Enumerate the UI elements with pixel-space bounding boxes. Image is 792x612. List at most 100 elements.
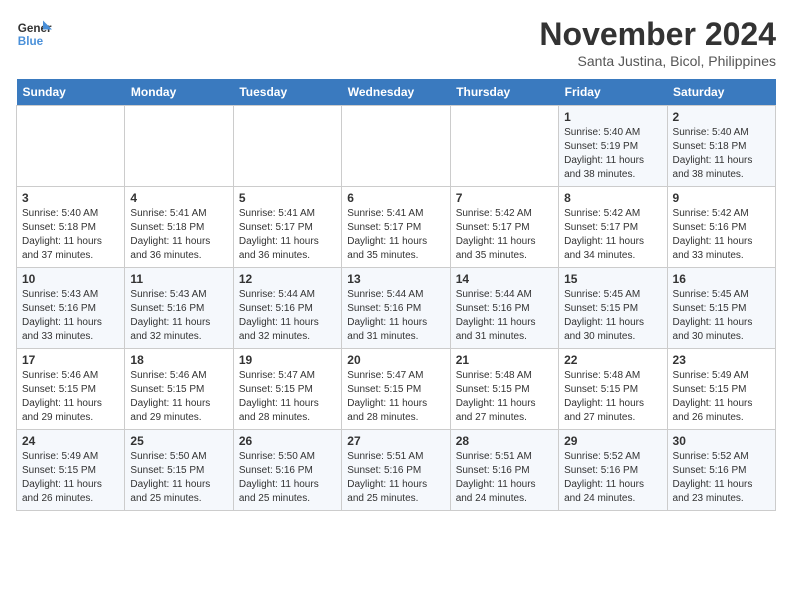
calendar-cell [233,106,341,187]
month-title: November 2024 [539,16,776,53]
day-info: Sunrise: 5:44 AM Sunset: 5:16 PM Dayligh… [347,288,444,344]
calendar-cell [125,106,233,187]
day-number: 16 [673,272,770,286]
calendar-week-row: 1 Sunrise: 5:40 AM Sunset: 5:19 PM Daylig… [17,106,776,187]
day-number: 11 [130,272,227,286]
calendar-cell: 13 Sunrise: 5:44 AM Sunset: 5:16 PM Dayli… [342,268,450,349]
calendar-cell: 9 Sunrise: 5:42 AM Sunset: 5:16 PM Daylig… [667,187,775,268]
day-info: Sunrise: 5:45 AM Sunset: 5:15 PM Dayligh… [564,288,661,344]
day-info: Sunrise: 5:41 AM Sunset: 5:17 PM Dayligh… [347,207,444,263]
svg-text:Blue: Blue [18,35,44,48]
calendar-cell: 12 Sunrise: 5:44 AM Sunset: 5:16 PM Dayli… [233,268,341,349]
day-number: 15 [564,272,661,286]
day-number: 9 [673,191,770,205]
weekday-header: Friday [559,79,667,106]
day-number: 21 [456,353,553,367]
calendar-cell: 4 Sunrise: 5:41 AM Sunset: 5:18 PM Daylig… [125,187,233,268]
day-info: Sunrise: 5:42 AM Sunset: 5:16 PM Dayligh… [673,207,770,263]
calendar-cell: 1 Sunrise: 5:40 AM Sunset: 5:19 PM Daylig… [559,106,667,187]
logo-icon: General Blue [16,16,52,52]
day-info: Sunrise: 5:50 AM Sunset: 5:15 PM Dayligh… [130,450,227,506]
calendar-cell: 7Sunrise: 5:42 AM Sunset: 5:17 PM Daylig… [450,187,558,268]
day-info: Sunrise: 5:40 AM Sunset: 5:18 PM Dayligh… [673,126,770,182]
day-info: Sunrise: 5:51 AM Sunset: 5:16 PM Dayligh… [347,450,444,506]
day-number: 27 [347,434,444,448]
day-number: 4 [130,191,227,205]
weekday-header: Monday [125,79,233,106]
calendar-cell: 6 Sunrise: 5:41 AM Sunset: 5:17 PM Daylig… [342,187,450,268]
calendar-cell: 17 Sunrise: 5:46 AM Sunset: 5:15 PM Dayli… [17,349,125,430]
calendar-cell: 11 Sunrise: 5:43 AM Sunset: 5:16 PM Dayli… [125,268,233,349]
calendar-cell: 28 Sunrise: 5:51 AM Sunset: 5:16 PM Dayli… [450,430,558,511]
location: Santa Justina, Bicol, Philippines [539,53,776,69]
day-number: 5 [239,191,336,205]
calendar-cell: 30Sunrise: 5:52 AM Sunset: 5:16 PM Dayli… [667,430,775,511]
day-info: Sunrise: 5:49 AM Sunset: 5:15 PM Dayligh… [22,450,119,506]
calendar-cell: 26 Sunrise: 5:50 AM Sunset: 5:16 PM Dayli… [233,430,341,511]
day-info: Sunrise: 5:45 AM Sunset: 5:15 PM Dayligh… [673,288,770,344]
calendar-cell: 19Sunrise: 5:47 AM Sunset: 5:15 PM Dayli… [233,349,341,430]
calendar-cell: 23 Sunrise: 5:49 AM Sunset: 5:15 PM Dayli… [667,349,775,430]
weekday-header-row: SundayMondayTuesdayWednesdayThursdayFrid… [17,79,776,106]
day-info: Sunrise: 5:41 AM Sunset: 5:18 PM Dayligh… [130,207,227,263]
page-header: General Blue November 2024 Santa Justina… [16,16,776,69]
day-number: 24 [22,434,119,448]
day-number: 22 [564,353,661,367]
day-info: Sunrise: 5:50 AM Sunset: 5:16 PM Dayligh… [239,450,336,506]
calendar-cell: 20 Sunrise: 5:47 AM Sunset: 5:15 PM Dayli… [342,349,450,430]
day-number: 12 [239,272,336,286]
day-info: Sunrise: 5:42 AM Sunset: 5:17 PM Dayligh… [564,207,661,263]
calendar-week-row: 17 Sunrise: 5:46 AM Sunset: 5:15 PM Dayli… [17,349,776,430]
day-number: 25 [130,434,227,448]
day-info: Sunrise: 5:40 AM Sunset: 5:19 PM Dayligh… [564,126,661,182]
day-number: 3 [22,191,119,205]
day-number: 23 [673,353,770,367]
day-number: 26 [239,434,336,448]
calendar-cell: 29 Sunrise: 5:52 AM Sunset: 5:16 PM Dayli… [559,430,667,511]
calendar-cell [17,106,125,187]
day-info: Sunrise: 5:44 AM Sunset: 5:16 PM Dayligh… [239,288,336,344]
day-info: Sunrise: 5:43 AM Sunset: 5:16 PM Dayligh… [22,288,119,344]
day-info: Sunrise: 5:52 AM Sunset: 5:16 PM Dayligh… [564,450,661,506]
calendar-cell: 10 Sunrise: 5:43 AM Sunset: 5:16 PM Dayli… [17,268,125,349]
day-number: 2 [673,110,770,124]
calendar-cell [450,106,558,187]
day-number: 18 [130,353,227,367]
day-info: Sunrise: 5:46 AM Sunset: 5:15 PM Dayligh… [22,369,119,425]
day-info: Sunrise: 5:40 AM Sunset: 5:18 PM Dayligh… [22,207,119,263]
day-number: 17 [22,353,119,367]
weekday-header: Thursday [450,79,558,106]
day-info: Sunrise: 5:47 AM Sunset: 5:15 PM Dayligh… [347,369,444,425]
day-number: 10 [22,272,119,286]
day-info: Sunrise: 5:44 AM Sunset: 5:16 PM Dayligh… [456,288,553,344]
day-info: Sunrise: 5:49 AM Sunset: 5:15 PM Dayligh… [673,369,770,425]
calendar-cell: 27 Sunrise: 5:51 AM Sunset: 5:16 PM Dayli… [342,430,450,511]
day-number: 20 [347,353,444,367]
calendar-cell [342,106,450,187]
weekday-header: Tuesday [233,79,341,106]
calendar-cell: 14Sunrise: 5:44 AM Sunset: 5:16 PM Dayli… [450,268,558,349]
day-info: Sunrise: 5:43 AM Sunset: 5:16 PM Dayligh… [130,288,227,344]
day-info: Sunrise: 5:48 AM Sunset: 5:15 PM Dayligh… [456,369,553,425]
calendar-cell: 16 Sunrise: 5:45 AM Sunset: 5:15 PM Dayli… [667,268,775,349]
day-number: 28 [456,434,553,448]
day-number: 13 [347,272,444,286]
weekday-header: Wednesday [342,79,450,106]
calendar-cell: 21 Sunrise: 5:48 AM Sunset: 5:15 PM Dayli… [450,349,558,430]
day-number: 29 [564,434,661,448]
calendar-cell: 25 Sunrise: 5:50 AM Sunset: 5:15 PM Dayli… [125,430,233,511]
day-number: 6 [347,191,444,205]
day-number: 8 [564,191,661,205]
day-number: 19 [239,353,336,367]
day-number: 7 [456,191,553,205]
calendar-cell: 3 Sunrise: 5:40 AM Sunset: 5:18 PM Daylig… [17,187,125,268]
day-info: Sunrise: 5:51 AM Sunset: 5:16 PM Dayligh… [456,450,553,506]
weekday-header: Sunday [17,79,125,106]
calendar-cell: 22Sunrise: 5:48 AM Sunset: 5:15 PM Dayli… [559,349,667,430]
calendar-week-row: 3 Sunrise: 5:40 AM Sunset: 5:18 PM Daylig… [17,187,776,268]
day-info: Sunrise: 5:41 AM Sunset: 5:17 PM Dayligh… [239,207,336,263]
calendar-cell: 2 Sunrise: 5:40 AM Sunset: 5:18 PM Daylig… [667,106,775,187]
day-number: 1 [564,110,661,124]
calendar-cell: 24 Sunrise: 5:49 AM Sunset: 5:15 PM Dayli… [17,430,125,511]
calendar-week-row: 10 Sunrise: 5:43 AM Sunset: 5:16 PM Dayli… [17,268,776,349]
